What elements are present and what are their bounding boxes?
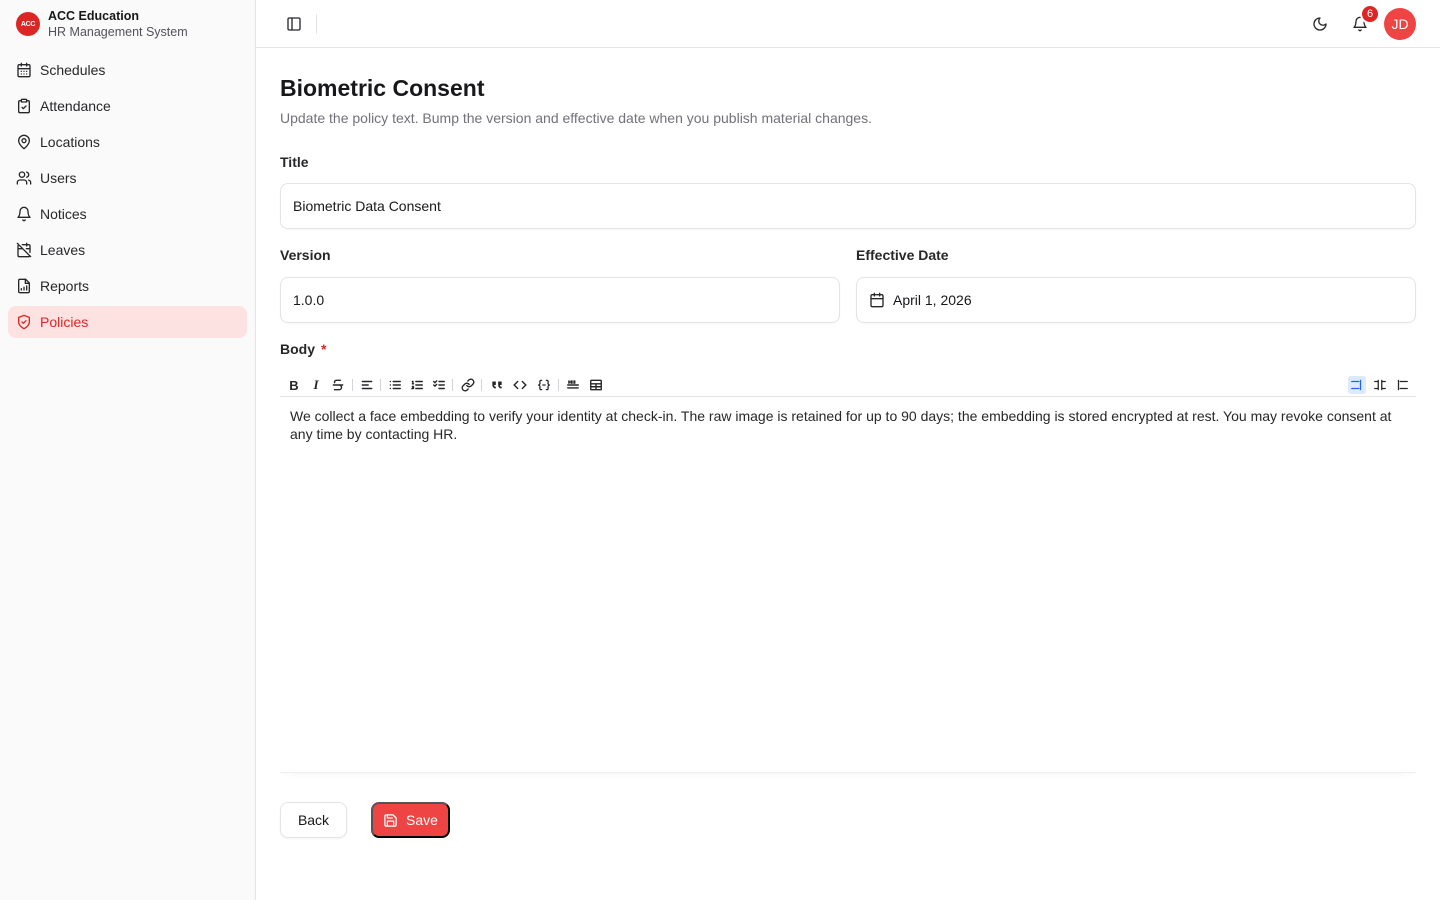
clipboard-check-icon (18, 98, 30, 114)
panel-align-left-icon (1351, 379, 1362, 391)
title-input-value: Biometric Data Consent (293, 198, 441, 214)
sidebar-item-policies[interactable]: Policies (8, 306, 247, 338)
task-list-button[interactable] (430, 376, 448, 394)
bell-icon (17, 206, 31, 222)
sidebar-item-users[interactable]: Users (8, 162, 247, 194)
panel-left-icon (287, 17, 301, 31)
code-block-icon (537, 379, 551, 391)
calendar-off-icon (16, 242, 32, 258)
strikethrough-button[interactable] (329, 376, 347, 394)
heading-button[interactable] (358, 376, 376, 394)
brand-subtitle: HR Management System (48, 25, 188, 39)
version-input-value: 1.0.0 (293, 292, 325, 308)
body-text: We collect a face embedding to verify yo… (290, 408, 1392, 442)
task-list-icon (433, 380, 445, 390)
save-button[interactable]: Save (371, 802, 450, 838)
page-subtitle: Update the policy text. Bump the version… (280, 110, 872, 126)
file-chart-icon (18, 278, 30, 294)
sidebar-item-leaves[interactable]: Leaves (8, 234, 247, 266)
sidebar: ACC ACC Education HR Management System S… (0, 0, 256, 900)
sidebar-item-label: Users (40, 170, 77, 186)
brand-logo: ACC (16, 12, 40, 36)
bullet-list-button[interactable] (386, 376, 404, 394)
sidebar-item-label: Reports (40, 278, 90, 294)
theme-toggle-button[interactable] (1308, 12, 1332, 36)
sidebar-item-locations[interactable]: Locations (8, 126, 247, 158)
required-mark: * (321, 341, 327, 357)
header-divider (316, 14, 317, 34)
moon-icon (1313, 17, 1327, 31)
calendar-icon (17, 62, 31, 78)
version-label: Version (280, 247, 331, 263)
bold-button[interactable]: B (285, 376, 303, 394)
sidebar-toggle-button[interactable] (282, 12, 306, 36)
align-left-layout-button[interactable] (1348, 376, 1366, 394)
heading-icon (361, 380, 373, 390)
horizontal-rule-icon (567, 380, 579, 389)
ordered-list-button[interactable] (408, 376, 426, 394)
code-icon (513, 380, 527, 390)
code-button[interactable] (511, 376, 529, 394)
link-icon (461, 378, 475, 392)
brand-name: ACC Education (48, 9, 139, 23)
bullet-list-icon (389, 380, 401, 390)
sidebar-item-label: Schedules (40, 62, 106, 78)
sidebar-nav: Schedules Attendance Locations Users Not… (0, 48, 255, 348)
align-right-layout-button[interactable] (1393, 376, 1411, 394)
quote-icon (492, 381, 502, 389)
panel-align-center-icon (1374, 379, 1386, 391)
shield-check-icon (18, 314, 30, 330)
body-editor[interactable]: We collect a face embedding to verify yo… (280, 397, 1416, 773)
effective-date-label: Effective Date (856, 247, 949, 263)
sidebar-item-label: Locations (40, 134, 100, 150)
link-button[interactable] (459, 376, 477, 394)
sidebar-item-notices[interactable]: Notices (8, 198, 247, 230)
blockquote-button[interactable] (488, 376, 506, 394)
save-button-label: Save (406, 812, 438, 828)
calendar-icon (870, 292, 884, 308)
save-icon (384, 813, 397, 827)
italic-button[interactable]: I (307, 376, 325, 394)
title-input[interactable]: Biometric Data Consent (280, 183, 1416, 229)
users-icon (16, 171, 32, 185)
effective-date-value: April 1, 2026 (893, 292, 972, 308)
sidebar-item-reports[interactable]: Reports (8, 270, 247, 302)
ordered-list-icon (410, 380, 423, 390)
effective-date-picker[interactable]: April 1, 2026 (856, 277, 1416, 323)
title-label: Title (280, 154, 309, 170)
sidebar-item-attendance[interactable]: Attendance (8, 90, 247, 122)
user-avatar[interactable]: JD (1384, 8, 1416, 40)
sidebar-item-label: Notices (40, 206, 87, 222)
sidebar-item-label: Attendance (40, 98, 111, 114)
sidebar-item-label: Policies (40, 314, 89, 330)
notification-count-badge: 6 (1360, 4, 1380, 24)
map-pin-icon (18, 134, 30, 150)
top-header: 6 JD (256, 0, 1440, 48)
table-button[interactable] (587, 376, 605, 394)
strikethrough-icon (332, 379, 344, 391)
sidebar-item-schedules[interactable]: Schedules (8, 54, 247, 86)
horizontal-rule-button[interactable] (564, 376, 582, 394)
brand[interactable]: ACC ACC Education HR Management System (0, 0, 255, 48)
code-block-button[interactable] (535, 376, 553, 394)
body-label: Body * (280, 341, 327, 357)
align-center-layout-button[interactable] (1371, 376, 1389, 394)
back-button[interactable]: Back (280, 802, 347, 838)
table-icon (590, 379, 602, 391)
page-title: Biometric Consent (280, 75, 485, 101)
sidebar-item-label: Leaves (40, 242, 86, 258)
version-input[interactable]: 1.0.0 (280, 277, 840, 323)
editor-toolbar: B I (280, 373, 1416, 397)
panel-align-right-icon (1397, 379, 1408, 391)
